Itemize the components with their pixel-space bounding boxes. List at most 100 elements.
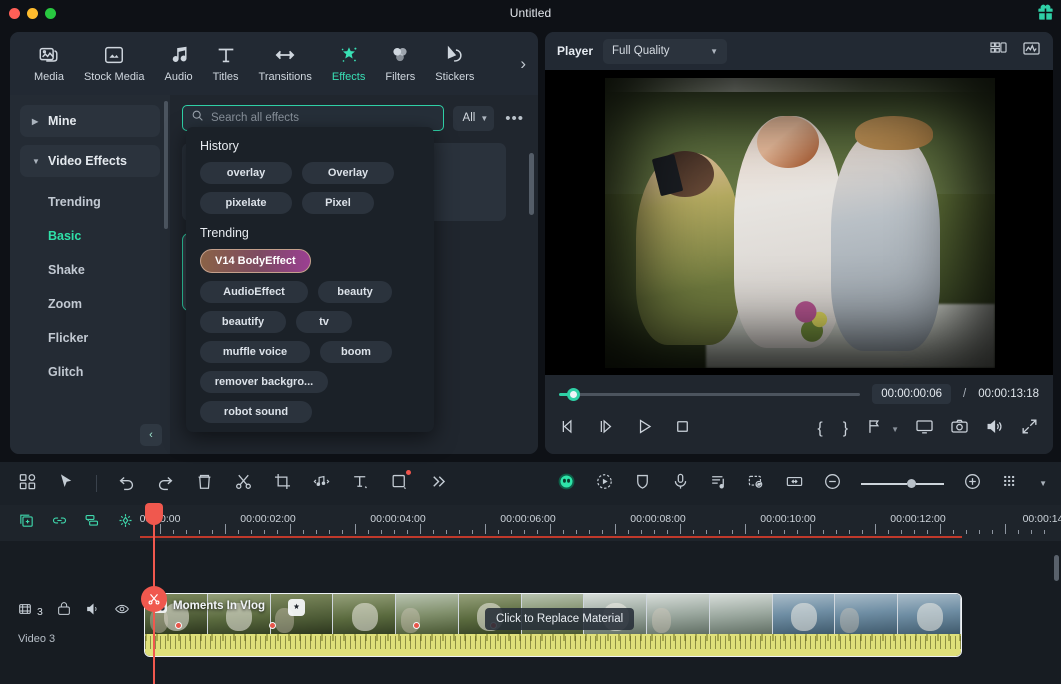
green-screen-icon[interactable] bbox=[747, 472, 766, 496]
keyframe-icon[interactable] bbox=[117, 512, 134, 534]
timeline-vertical-scrollbar[interactable] bbox=[1054, 555, 1059, 581]
zoom-in-icon[interactable] bbox=[963, 472, 982, 496]
sidebar-item-basic[interactable]: Basic bbox=[10, 219, 170, 253]
history-chip[interactable]: Pixel bbox=[302, 192, 374, 214]
search-input[interactable] bbox=[211, 112, 435, 124]
split-view-icon[interactable] bbox=[989, 39, 1008, 63]
link-icon[interactable] bbox=[51, 512, 68, 534]
audio-detach-icon[interactable] bbox=[312, 472, 331, 496]
history-chip[interactable]: Overlay bbox=[302, 162, 394, 184]
tab-filters[interactable]: Filters bbox=[375, 40, 425, 87]
timeline-clip[interactable]: Moments In Vlog Click to Replace Materia… bbox=[144, 593, 962, 657]
more-tools-icon[interactable] bbox=[429, 472, 448, 496]
history-chip[interactable]: overlay bbox=[200, 162, 292, 184]
clip-keyframe-marker[interactable] bbox=[413, 622, 420, 629]
sidebar-group-mine[interactable]: ▶ Mine bbox=[20, 105, 160, 137]
mask-icon[interactable] bbox=[390, 469, 411, 496]
motion-tracking-icon[interactable] bbox=[595, 472, 614, 496]
quality-dropdown[interactable]: Full Quality ▼ bbox=[603, 38, 728, 64]
tab-titles[interactable]: Titles bbox=[203, 40, 249, 87]
hide-icon[interactable] bbox=[114, 601, 130, 622]
tab-audio[interactable]: Audio bbox=[155, 40, 203, 87]
tab-stickers[interactable]: Stickers bbox=[425, 40, 484, 87]
grid-view-icon[interactable] bbox=[18, 472, 37, 496]
trending-chip[interactable]: beauty bbox=[318, 281, 392, 303]
zoom-out-icon[interactable] bbox=[823, 472, 842, 496]
volume-icon[interactable] bbox=[985, 417, 1004, 441]
history-chip[interactable]: pixelate bbox=[200, 192, 292, 214]
audio-icon bbox=[168, 44, 190, 66]
scope-icon[interactable] bbox=[1022, 39, 1041, 63]
collapse-sidebar-button[interactable]: ‹ bbox=[140, 424, 162, 446]
playback-scrubber[interactable] bbox=[559, 386, 861, 402]
trending-chip[interactable]: AudioEffect bbox=[200, 281, 308, 303]
trending-chip[interactable]: robot sound bbox=[200, 401, 312, 423]
marker-grid-icon[interactable] bbox=[1001, 472, 1020, 496]
mark-in-button[interactable]: { bbox=[815, 420, 824, 438]
playhead-handle[interactable] bbox=[145, 503, 163, 525]
split-at-playhead-button[interactable] bbox=[141, 586, 167, 612]
tab-media[interactable]: Media bbox=[24, 40, 74, 87]
trending-chip[interactable]: tv bbox=[296, 311, 352, 333]
next-frame-icon[interactable] bbox=[597, 417, 616, 441]
sidebar-scrollbar[interactable] bbox=[164, 101, 168, 229]
tab-overflow-button[interactable]: › bbox=[520, 55, 532, 72]
markers-icon[interactable] bbox=[866, 417, 885, 441]
ai-tools-icon[interactable] bbox=[557, 472, 576, 496]
display-icon[interactable] bbox=[915, 417, 934, 441]
zoom-slider-handle[interactable] bbox=[907, 479, 917, 488]
sidebar-item-flicker[interactable]: Flicker bbox=[10, 321, 170, 355]
gift-icon[interactable] bbox=[1036, 3, 1055, 22]
text-icon[interactable] bbox=[351, 472, 370, 496]
audio-mixer-icon[interactable] bbox=[709, 472, 728, 496]
effects-scrollbar[interactable] bbox=[529, 153, 534, 215]
fit-timeline-icon[interactable] bbox=[785, 472, 804, 496]
mute-icon[interactable] bbox=[85, 601, 101, 622]
effects-more-button[interactable]: ••• bbox=[503, 110, 526, 127]
featured-effect-chip[interactable]: V14 BodyEffect bbox=[200, 249, 311, 273]
track-type-icon[interactable] bbox=[18, 601, 34, 622]
timeline-zoom-slider[interactable] bbox=[861, 479, 945, 488]
tab-transitions[interactable]: Transitions bbox=[249, 40, 322, 87]
sidebar-item-glitch[interactable]: Glitch bbox=[10, 355, 170, 389]
tab-effects[interactable]: Effects bbox=[322, 40, 375, 87]
effect-applied-icon[interactable] bbox=[288, 599, 305, 616]
trending-chip[interactable]: boom bbox=[320, 341, 392, 363]
crop-icon[interactable] bbox=[273, 472, 292, 496]
tab-stock-media[interactable]: Stock Media bbox=[74, 40, 155, 87]
delete-icon[interactable] bbox=[195, 472, 214, 496]
scrubber-handle[interactable] bbox=[567, 387, 580, 401]
trending-chip[interactable]: remover backgro... bbox=[200, 371, 328, 393]
stabilization-icon[interactable] bbox=[633, 472, 652, 496]
previous-frame-icon[interactable] bbox=[559, 417, 578, 441]
timeline-ruler[interactable]: 00:00:00 00:00:02:00 00:00:06:00 00:00:0… bbox=[140, 505, 1061, 541]
add-track-icon[interactable] bbox=[18, 512, 35, 534]
redo-icon[interactable] bbox=[156, 472, 175, 496]
mark-out-button[interactable]: } bbox=[841, 420, 850, 438]
group-icon[interactable] bbox=[84, 512, 101, 534]
timeline-options-chevron-down-icon[interactable]: ▼ bbox=[1039, 479, 1047, 488]
sidebar-group-video-effects[interactable]: ▼ Video Effects bbox=[20, 145, 160, 177]
sidebar-item-zoom[interactable]: Zoom bbox=[10, 287, 170, 321]
expand-icon[interactable] bbox=[1020, 417, 1039, 441]
stop-icon[interactable] bbox=[673, 417, 692, 441]
voiceover-icon[interactable] bbox=[671, 472, 690, 496]
lock-icon[interactable] bbox=[56, 601, 72, 622]
sidebar-item-shake[interactable]: Shake bbox=[10, 253, 170, 287]
snapshot-icon[interactable] bbox=[950, 417, 969, 441]
undo-icon[interactable] bbox=[117, 472, 136, 496]
clip-keyframe-marker[interactable] bbox=[175, 622, 182, 629]
split-icon[interactable] bbox=[234, 472, 253, 496]
timeline-playhead[interactable] bbox=[141, 503, 167, 684]
effects-filter-dropdown[interactable]: All ▼ bbox=[452, 105, 495, 131]
ruler-tick bbox=[1005, 524, 1006, 534]
sidebar-item-trending[interactable]: Trending bbox=[10, 185, 170, 219]
trending-chip[interactable]: muffle voice bbox=[200, 341, 310, 363]
video-preview[interactable] bbox=[545, 70, 1053, 375]
ruler-tick bbox=[667, 530, 668, 534]
trending-chip[interactable]: beautify bbox=[200, 311, 286, 333]
play-icon[interactable] bbox=[635, 417, 654, 441]
select-tool-icon[interactable] bbox=[57, 472, 76, 496]
clip-keyframe-marker[interactable] bbox=[269, 622, 276, 629]
markers-dropdown-chevron-down-icon[interactable]: ▼ bbox=[891, 425, 899, 434]
